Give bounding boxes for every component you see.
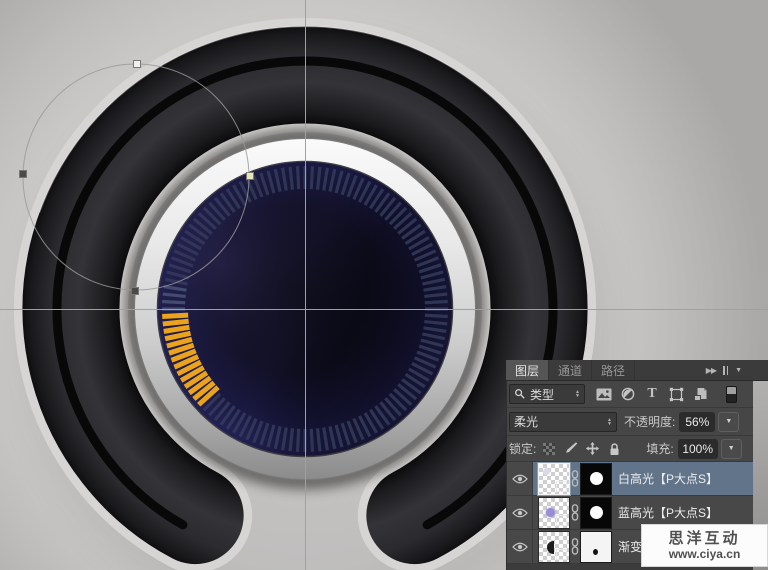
link-icon — [570, 504, 580, 521]
lock-transparency-icon[interactable] — [541, 441, 556, 456]
opacity-dropdown-button[interactable]: ▼ — [718, 412, 739, 432]
visibility-toggle[interactable] — [507, 530, 533, 563]
layer-mask-thumbnail[interactable] — [580, 497, 612, 529]
adjustment-layer-filter-icon[interactable] — [616, 384, 640, 404]
layer-thumbnail[interactable] — [538, 463, 570, 495]
watermark-title: 思洋互动 — [668, 530, 740, 547]
link-icon — [570, 470, 580, 487]
path-anchor[interactable] — [247, 173, 254, 180]
lock-pixels-icon[interactable] — [563, 441, 578, 456]
spinner-icon: ▲▼ — [603, 418, 612, 426]
eye-icon — [512, 508, 528, 518]
layer-name[interactable]: 白高光【P大点S】 — [618, 470, 718, 487]
link-icon — [570, 538, 580, 555]
layer-name[interactable]: 蓝高光【P大点S】 — [618, 504, 718, 521]
tab-layers[interactable]: 图层 — [506, 360, 549, 380]
opacity-label: 不透明度: — [624, 413, 675, 430]
layer-mask-thumbnail[interactable] — [580, 463, 612, 495]
panel-tab-bar: 图层 通道 路径 ▶▶ ▼ — [506, 360, 768, 381]
visibility-toggle[interactable] — [507, 496, 533, 529]
transform-box-badge — [556, 515, 567, 526]
tab-paths[interactable]: 路径 — [592, 360, 635, 380]
eye-icon — [512, 542, 528, 552]
layer-mask-thumbnail[interactable] — [580, 531, 612, 563]
smart-object-filter-icon[interactable] — [688, 384, 712, 404]
search-icon — [514, 388, 526, 400]
filter-switch-toggle[interactable] — [726, 386, 737, 403]
layer-row-white-highlight[interactable]: 白高光【P大点S】 — [507, 462, 754, 496]
transform-box-badge — [556, 549, 567, 560]
type-layer-filter-icon[interactable]: T — [640, 384, 664, 404]
layer-name[interactable]: 渐变 — [618, 538, 642, 555]
lock-all-icon[interactable] — [607, 441, 622, 456]
transform-box-badge — [556, 481, 567, 492]
layer-filter-type-select[interactable]: 类型 ▲▼ — [509, 384, 585, 404]
watermark: 思洋互动 www.ciya.cn — [641, 524, 768, 567]
photoshop-workspace: 图层 通道 路径 ▶▶ ▼ 类型 ▲▼ — [0, 0, 768, 570]
spinner-icon: ▲▼ — [571, 390, 580, 398]
path-anchor[interactable] — [134, 61, 141, 68]
tab-channels[interactable]: 通道 — [549, 360, 592, 380]
panel-menu-caret-icon[interactable]: ▼ — [735, 367, 742, 374]
pixel-layer-filter-icon[interactable] — [592, 384, 616, 404]
fill-label: 填充: — [646, 440, 673, 457]
opacity-value-field[interactable]: 56% — [679, 412, 715, 432]
blend-mode-select[interactable]: 柔光 ▲▼ — [509, 412, 617, 432]
filter-type-label: 类型 — [530, 386, 554, 403]
eye-icon — [512, 474, 528, 484]
path-anchor[interactable] — [132, 288, 139, 295]
lock-position-icon[interactable] — [585, 441, 600, 456]
layer-thumbnail[interactable] — [538, 531, 570, 563]
blend-mode-value: 柔光 — [514, 413, 538, 430]
lock-label: 锁定: — [509, 440, 536, 457]
fill-value-field[interactable]: 100% — [678, 439, 718, 459]
layer-thumbnail[interactable] — [538, 497, 570, 529]
fill-dropdown-button[interactable]: ▼ — [721, 439, 742, 459]
watermark-url: www.ciya.cn — [669, 547, 741, 561]
panel-menu-icon[interactable] — [723, 366, 728, 375]
shape-layer-filter-icon[interactable] — [664, 384, 688, 404]
visibility-toggle[interactable] — [507, 462, 533, 495]
collapse-panels-icon[interactable]: ▶▶ — [706, 366, 716, 375]
path-anchor[interactable] — [20, 171, 27, 178]
